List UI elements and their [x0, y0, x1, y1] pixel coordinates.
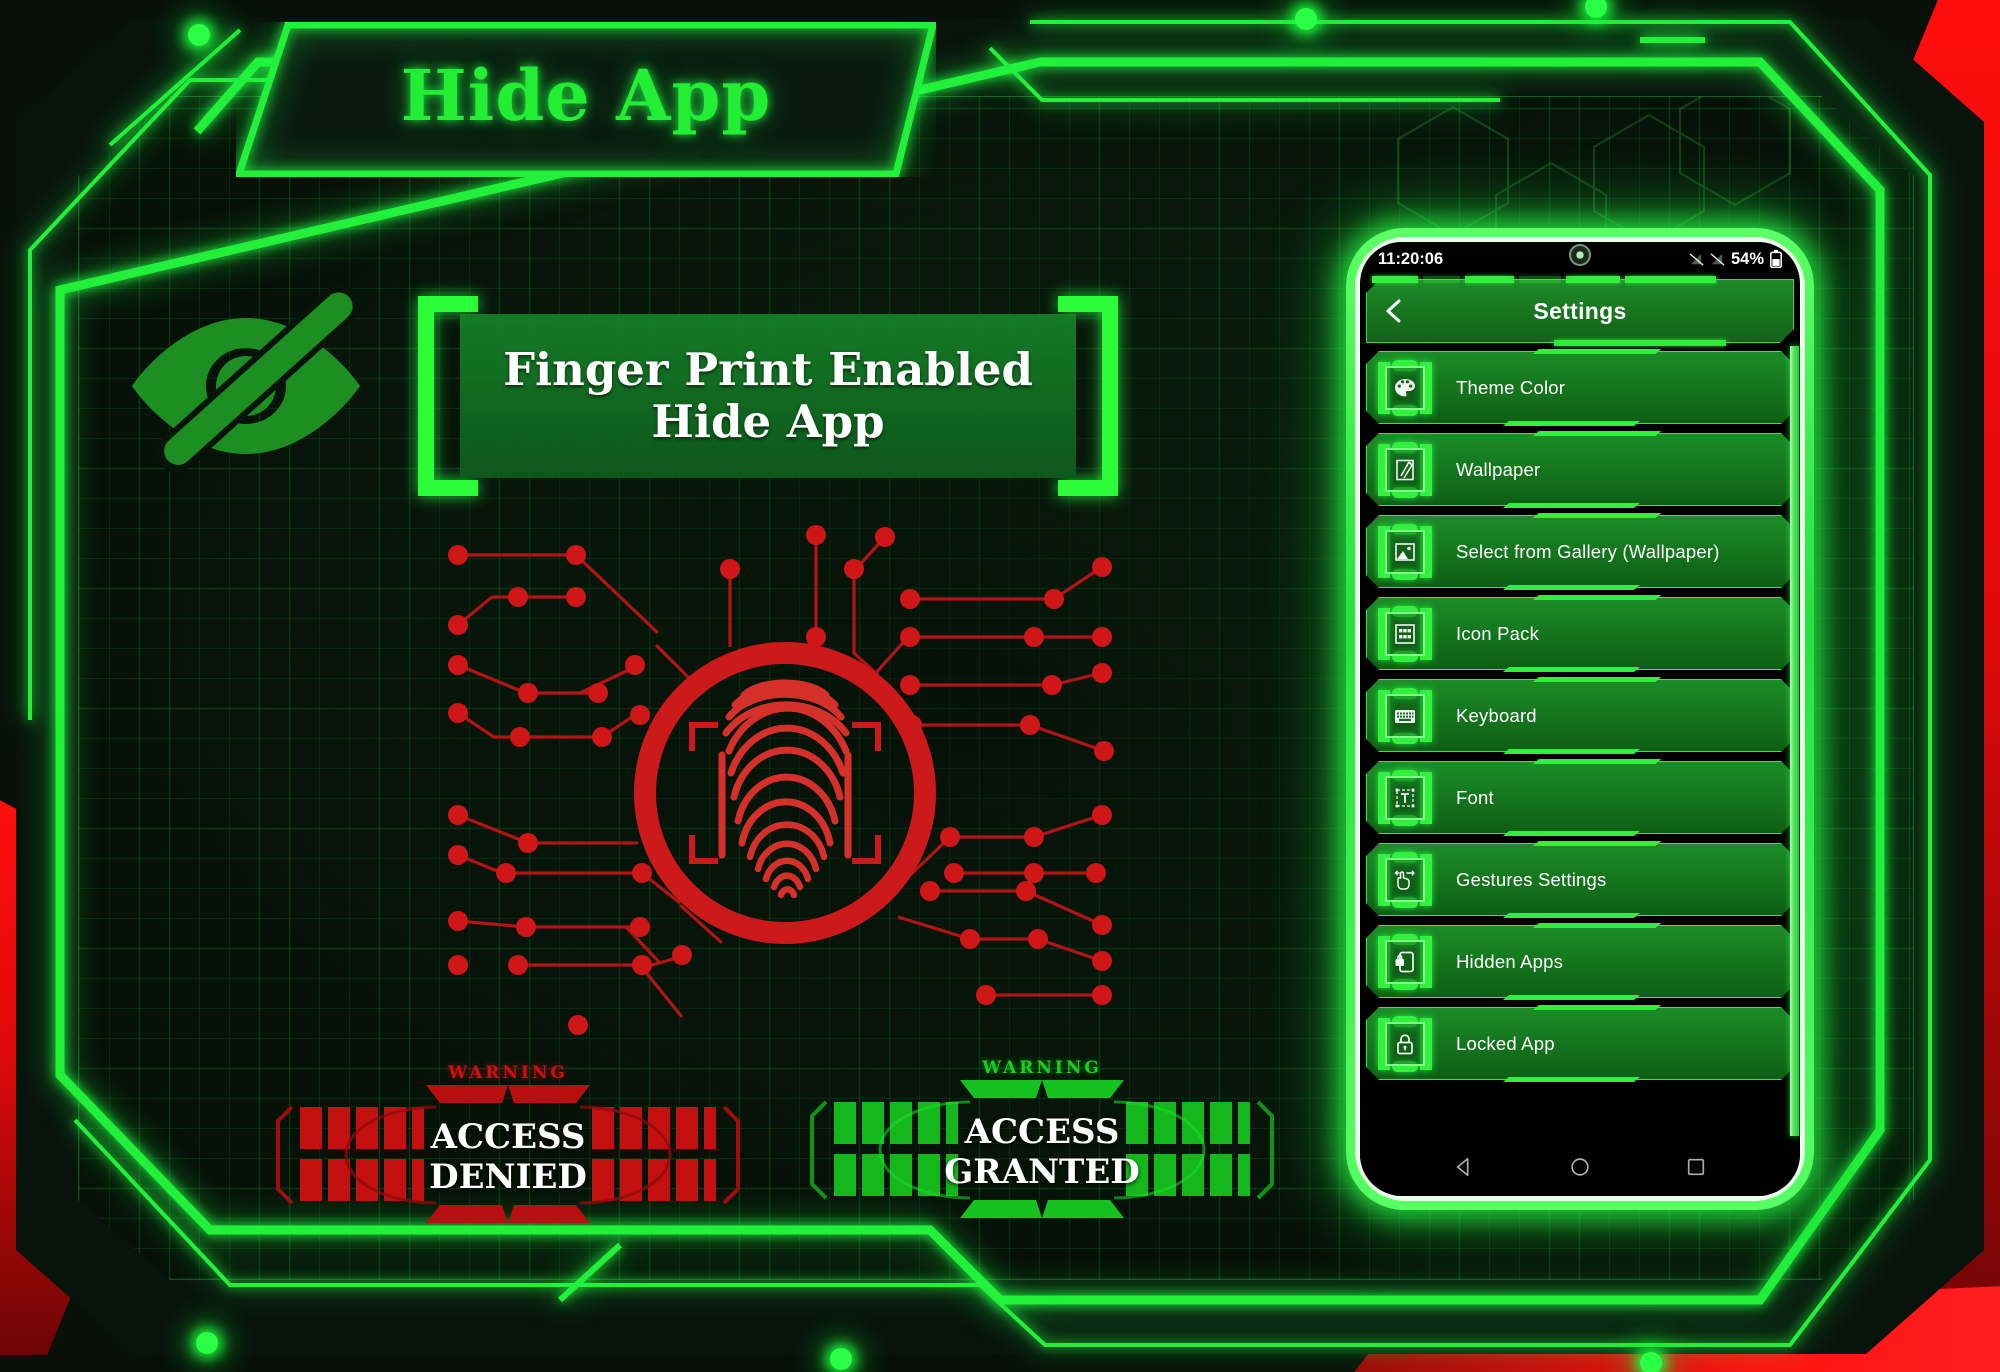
status-right-cluster: 54%	[1689, 250, 1782, 269]
row-top-accent	[1533, 923, 1661, 928]
access-denied-badge: WARNING ACCESS DENIED	[258, 1055, 758, 1235]
denied-warning-label: WARNING	[448, 1063, 568, 1083]
battery-icon	[1770, 250, 1782, 268]
settings-scrollbar[interactable]	[1790, 346, 1799, 1136]
denied-line-1: ACCESS	[430, 1117, 586, 1157]
row-top-accent	[1533, 595, 1661, 600]
granted-warning-label: WARNING	[982, 1058, 1102, 1078]
app-title-plate: Hide App	[236, 22, 936, 177]
row-bottom-accent	[1503, 1077, 1640, 1082]
eye-slash-icon	[132, 285, 361, 473]
app-stage: Hide App Finger Print Enabled Hide App W…	[0, 0, 2000, 1372]
square-recents-icon[interactable]	[1685, 1156, 1707, 1178]
row-top-accent	[1533, 841, 1661, 846]
palette-icon	[1378, 359, 1432, 416]
signal-off-icon	[1689, 252, 1704, 266]
phone-screen: 11:20:06 54% Settings Theme Color Wallpa…	[1360, 242, 1800, 1196]
status-bar: 11:20:06 54%	[1360, 242, 1800, 276]
settings-title: Settings	[1533, 297, 1627, 324]
row-bottom-accent	[1503, 421, 1640, 426]
settings-item-label: Font	[1456, 786, 1494, 808]
granted-line-1: ACCESS	[964, 1112, 1120, 1152]
row-bottom-accent	[1503, 831, 1640, 836]
row-bottom-accent	[1503, 667, 1640, 672]
settings-item-label: Select from Gallery (Wallpaper)	[1456, 540, 1720, 562]
grid-icon	[1378, 605, 1432, 662]
hud-node-dot	[1295, 8, 1317, 30]
padlock-icon	[1378, 1015, 1432, 1072]
settings-item-font[interactable]: Font	[1366, 761, 1794, 834]
settings-header: Settings	[1366, 276, 1794, 346]
fingerprint-icon	[718, 679, 852, 899]
row-top-accent	[1533, 759, 1661, 764]
swipe-hand-icon	[1378, 851, 1432, 908]
banner-line-1: Finger Print Enabled	[503, 342, 1033, 396]
banner-line-2: Hide App	[651, 395, 885, 448]
hud-node-dot	[830, 1348, 852, 1370]
row-top-accent	[1533, 431, 1661, 436]
settings-item-wallpaper[interactable]: Wallpaper	[1366, 433, 1794, 506]
status-time: 11:20:06	[1378, 249, 1444, 268]
settings-item-select-from-gallery[interactable]: Select from Gallery (Wallpaper)	[1366, 515, 1794, 588]
row-top-accent	[1533, 1005, 1661, 1010]
settings-item-label: Gestures Settings	[1456, 868, 1607, 890]
denied-status-text: ACCESS DENIED	[258, 1117, 758, 1197]
triangle-back-icon[interactable]	[1453, 1156, 1475, 1178]
wallpaper-icon	[1378, 441, 1432, 498]
fingerprint-enabled-banner: Finger Print Enabled Hide App	[418, 296, 1118, 496]
image-icon	[1378, 523, 1432, 580]
row-top-accent	[1533, 513, 1661, 518]
denied-line-2: DENIED	[429, 1157, 587, 1198]
battery-percent: 54%	[1730, 249, 1764, 268]
settings-item-keyboard[interactable]: Keyboard	[1366, 679, 1794, 752]
phone-lock-icon	[1378, 933, 1432, 990]
fingerprint-scanner-graphic	[430, 525, 1140, 1065]
settings-list[interactable]: Theme Color Wallpaper Select from Galler…	[1360, 349, 1800, 1138]
settings-item-label: Wallpaper	[1456, 458, 1541, 480]
android-navigation-bar	[1360, 1138, 1800, 1196]
hud-node-dot	[196, 1332, 218, 1354]
front-camera-icon	[1569, 244, 1591, 266]
settings-item-label: Hidden Apps	[1456, 950, 1564, 972]
hud-node-dot	[1640, 1352, 1662, 1372]
granted-status-text: ACCESS GRANTED	[792, 1112, 1292, 1192]
page-title: Hide App	[400, 54, 772, 137]
camera-notch	[1548, 242, 1612, 270]
settings-item-icon-pack[interactable]: Icon Pack	[1366, 597, 1794, 670]
settings-item-label: Theme Color	[1456, 376, 1566, 398]
settings-item-gestures-settings[interactable]: Gestures Settings	[1366, 843, 1794, 916]
phone-mockup: 11:20:06 54% Settings Theme Color Wallpa…	[1346, 228, 1814, 1210]
row-bottom-accent	[1503, 585, 1640, 590]
row-top-accent	[1533, 677, 1661, 682]
row-bottom-accent	[1503, 995, 1640, 1000]
row-bottom-accent	[1503, 503, 1640, 508]
settings-item-locked-app[interactable]: Locked App	[1366, 1007, 1794, 1080]
signal-off-icon	[1710, 252, 1725, 266]
settings-item-label: Icon Pack	[1456, 622, 1540, 644]
settings-item-label: Keyboard	[1456, 704, 1537, 726]
circle-home-icon[interactable]	[1569, 1156, 1591, 1178]
hud-node-dot	[1585, 0, 1607, 18]
settings-item-label: Locked App	[1456, 1032, 1555, 1054]
settings-item-theme-color[interactable]: Theme Color	[1366, 351, 1794, 424]
hud-node-dot	[188, 24, 210, 46]
text-box-icon	[1378, 769, 1432, 826]
granted-line-2: GRANTED	[944, 1152, 1140, 1193]
keyboard-icon	[1378, 687, 1432, 744]
row-bottom-accent	[1503, 749, 1640, 754]
settings-item-hidden-apps[interactable]: Hidden Apps	[1366, 925, 1794, 998]
row-top-accent	[1533, 349, 1661, 354]
banner-inner: Finger Print Enabled Hide App	[460, 314, 1076, 478]
row-bottom-accent	[1503, 913, 1640, 918]
access-granted-badge: WARNING ACCESS GRANTED	[792, 1050, 1292, 1230]
